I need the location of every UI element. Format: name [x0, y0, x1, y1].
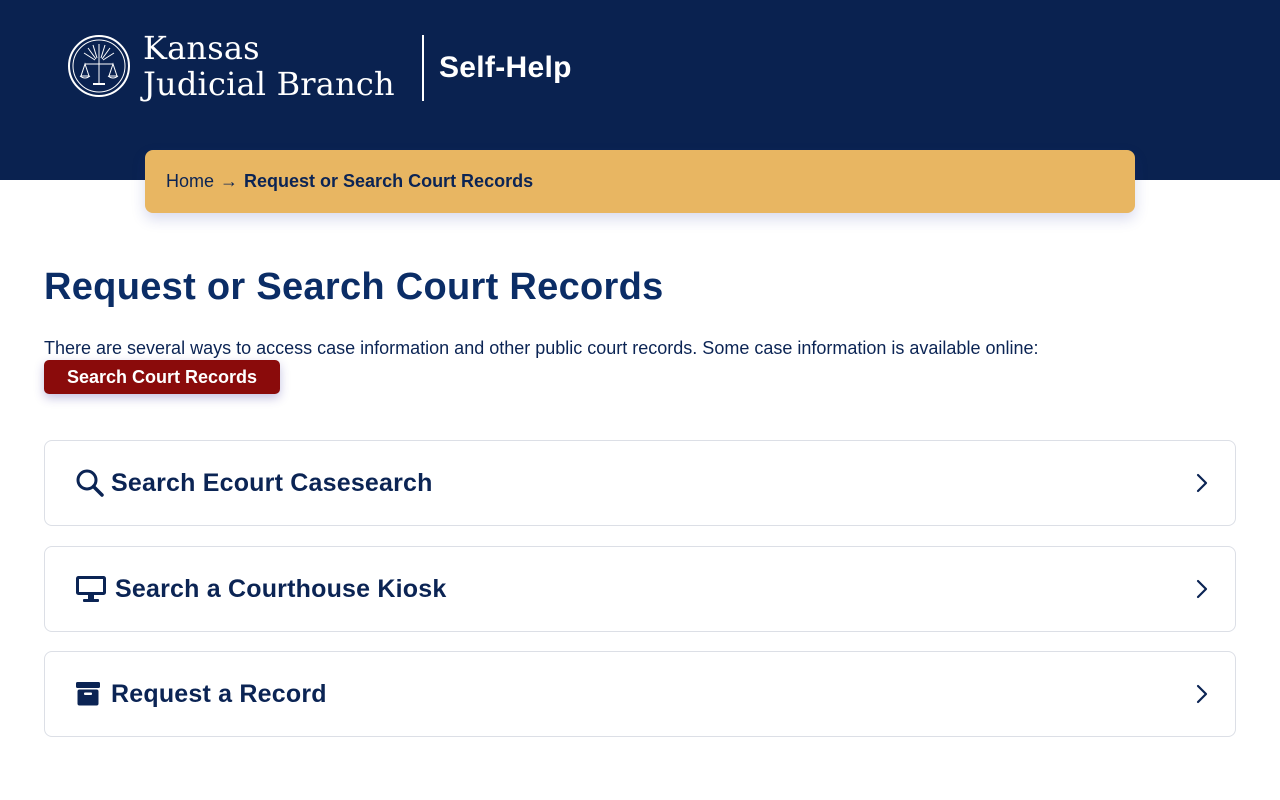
monitor-icon	[76, 576, 106, 602]
header-divider	[422, 35, 424, 101]
breadcrumb-current: Request or Search Court Records	[244, 171, 534, 191]
card-search-courthouse-kiosk[interactable]: Search a Courthouse Kiosk	[44, 546, 1236, 632]
chevron-right-icon	[1196, 684, 1208, 704]
page-title: Request or Search Court Records	[44, 266, 664, 308]
card-label: Request a Record	[111, 680, 327, 708]
archive-box-icon	[76, 682, 100, 706]
breadcrumb-separator: →	[220, 171, 239, 191]
kansas-judicial-seal-icon[interactable]	[67, 34, 131, 98]
card-search-ecourt-casesearch[interactable]: Search Ecourt Casesearch	[44, 440, 1236, 526]
chevron-right-icon	[1196, 473, 1208, 493]
breadcrumb-home-link[interactable]: Home	[166, 171, 214, 192]
brand-line-2: Judicial Branch	[143, 65, 395, 103]
card-label: Search a Courthouse Kiosk	[115, 575, 447, 603]
breadcrumb: Home → Request or Search Court Records	[145, 150, 1135, 213]
brand-name[interactable]: Kansas Judicial Branch	[143, 30, 395, 102]
intro-text: There are several ways to access case in…	[44, 338, 1039, 358]
brand-line-1: Kansas	[143, 29, 260, 67]
site-section-title[interactable]: Self-Help	[439, 49, 572, 87]
card-label: Search Ecourt Casesearch	[111, 469, 433, 497]
search-icon	[76, 469, 104, 497]
search-court-records-button[interactable]: Search Court Records	[44, 360, 280, 394]
card-request-a-record[interactable]: Request a Record	[44, 651, 1236, 737]
chevron-right-icon	[1196, 579, 1208, 599]
